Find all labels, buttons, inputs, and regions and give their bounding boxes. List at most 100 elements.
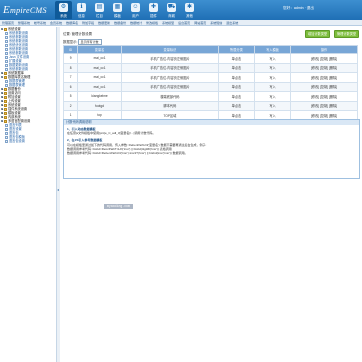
subnav-link[interactable]: 退出系统 (226, 20, 238, 25)
sidebar-splitter[interactable]: ◂ (57, 27, 60, 362)
top-nav-label: 其他 (186, 14, 193, 18)
cell-desc: 脚本代码 (120, 100, 219, 111)
cell-name: mai_cc1 (77, 53, 122, 64)
table-row: 6 mai_cc1 手机广告位-内容页左侧图片 单点击 写入 [修改] [复制] [删除] (62, 81, 358, 92)
folder-icon (3, 91, 7, 95)
page-icon (5, 55, 8, 59)
subnav-link[interactable]: 后台首页 (178, 20, 190, 25)
top-nav-label: 系统 (60, 14, 67, 18)
top-nav-item[interactable]: ▦ 模板 (109, 1, 126, 19)
sidebar-tree: − 系统设置 系统参数设置 系统参数设置 系统参数设置 系统优化设置 系统参数设置 系统参数设… (0, 27, 56, 143)
cell-id: 5 (62, 91, 79, 102)
user-info[interactable]: 您好：admin · 退出 (283, 6, 314, 11)
subnav-link[interactable]: 修改模板 (146, 20, 158, 25)
page-icon (5, 31, 8, 35)
top-nav-item[interactable]: ℹ 信息 (73, 1, 90, 19)
manage-counter-button[interactable]: 管理计数类型 (334, 30, 360, 38)
counter-table: ID 变量名 变量标识 所属分类 写入模板 操作 9 mai_cc1 手机广告位-内容页左侧图… (62, 45, 358, 121)
sidebar-item-label: 语言包设置 (9, 139, 25, 143)
folder-icon (3, 111, 7, 115)
column-header: 操作 (290, 45, 358, 54)
subnav-link[interactable]: 网站首页 (194, 20, 206, 25)
column-header: 所属分类 (217, 45, 255, 54)
column-header: 写入模板 (253, 45, 292, 54)
subnav-link[interactable]: 管理首页 (2, 20, 14, 25)
column-header: 变量标识 (120, 45, 219, 54)
table-row: 9 mai_cc1 手机广告位-内容页左侧图片 单点击 写入 [修改] [复制] [删除] (62, 53, 358, 64)
column-header: 变量名 (77, 45, 122, 54)
subnav-link[interactable]: 数据库名 (66, 20, 78, 25)
cell-cat: 单点击 (217, 53, 255, 64)
page-icon (5, 39, 8, 43)
top-nav-label: 商城 (168, 14, 175, 18)
subnav-link[interactable]: 整理系统 (18, 20, 30, 25)
empirecms-logo[interactable]: EmpireCMS (3, 3, 49, 17)
cell-name: mai_cc1 (77, 81, 122, 92)
cell-ops[interactable]: [修改] [复制] [删除] (290, 100, 358, 111)
cell-name: footgd (77, 100, 122, 111)
subnav-link[interactable]: 数据统计 (130, 20, 142, 25)
template-icon: ▦ (113, 3, 122, 12)
page-icon (5, 43, 8, 47)
subnav-link[interactable]: 数据备份 (114, 20, 126, 25)
subnav-link[interactable]: 数据更新 (98, 20, 110, 25)
subnav-link[interactable]: 系统模型 (162, 20, 174, 25)
cell-desc: 手机广告位-内容页左侧图片 (120, 72, 219, 83)
folder-icon (3, 119, 7, 123)
folder-icon (3, 115, 7, 119)
cell-ops[interactable]: [修改] [复制] [删除] (290, 72, 358, 83)
top-nav-item[interactable]: ▤ 栏目 (91, 1, 108, 19)
subnav-link[interactable]: 系统短信 (210, 20, 222, 25)
page-icon (5, 63, 8, 67)
page-icon (5, 131, 8, 135)
sidebar-item[interactable]: 语言包设置 (0, 139, 56, 143)
subnav-link[interactable]: 会员系统 (50, 20, 62, 25)
page-icon (5, 79, 8, 83)
info-icon: ℹ (77, 3, 86, 12)
top-nav: ⚙ 系统 ℹ 信息 ▤ 栏目 ▦ 模板 ☺ 用户 ✚ 插件 ⛟ 商城 ✱ 其他 (55, 1, 199, 20)
top-nav-label: 插件 (150, 14, 157, 18)
usage-info-box: 计数代码调用说明 1、引入动态数据模板 在任意js文件模板中使用[pnt]e_C… (63, 119, 360, 179)
page-icon (5, 47, 8, 51)
add-counter-button[interactable]: 增加计数类型 (305, 30, 331, 38)
cell-id: 8 (62, 62, 79, 73)
top-nav-label: 用户 (132, 14, 139, 18)
cell-ops[interactable]: [修改] [复制] [删除] (290, 53, 358, 64)
top-nav-item[interactable]: ✱ 其他 (181, 1, 198, 19)
top-nav-item[interactable]: ☺ 用户 (127, 1, 144, 19)
page-icon (5, 139, 8, 143)
subnav-link[interactable]: 附加字段 (82, 20, 94, 25)
cell-cat: 单点击 (217, 100, 255, 111)
cell-tpl[interactable]: 写入 (253, 100, 292, 111)
table-row: 8 mai_cc1 手机广告位-内容页左侧图片 单点击 写入 [修改] [复制] [删除] (62, 62, 358, 73)
top-nav-item[interactable]: ✚ 插件 (145, 1, 162, 19)
top-nav-label: 栏目 (96, 14, 103, 18)
cell-cat: 单点击 (217, 72, 255, 83)
cell-ops[interactable]: [修改] [复制] [删除] (290, 62, 358, 73)
column-header: ID (62, 45, 79, 54)
gear-icon: ⚙ (59, 3, 68, 12)
cell-cat: 单点击 (217, 62, 255, 73)
cell-tpl[interactable]: 写入 (253, 72, 292, 83)
collapse-arrow-icon[interactable]: ◂ (57, 187, 60, 195)
top-nav-item[interactable]: ⚙ 系统 (55, 1, 72, 19)
cell-tpl[interactable]: 写入 (253, 62, 292, 73)
cell-cat: 单点击 (217, 91, 255, 102)
page-icon (5, 59, 8, 63)
cell-id: 6 (62, 81, 79, 92)
folder-icon (3, 95, 7, 99)
top-nav-item[interactable]: ⛟ 商城 (163, 1, 180, 19)
user-icon: ☺ (131, 3, 140, 12)
cell-tpl[interactable]: 写入 (253, 81, 292, 92)
cell-ops[interactable]: [修改] [复制] [删除] (290, 81, 358, 92)
cell-ops[interactable]: [修改] [复制] [删除] (290, 91, 358, 102)
table-row: 7 mai_cc1 手机广告位-内容页左侧图片 单点击 写入 [修改] [复制] [删除] (62, 72, 358, 83)
cell-tpl[interactable]: 写入 (253, 53, 292, 64)
cell-tpl[interactable]: 写入 (253, 91, 292, 102)
cell-desc: 手机广告位-内容页左侧图片 (120, 53, 219, 64)
info-section-2-line-3: 数据调用参考代码: btsbd=RebenPathUrl('tnsr').tns… (67, 151, 188, 156)
top-nav-label: 模板 (114, 14, 121, 18)
folder-icon (3, 107, 7, 111)
subnav-link[interactable]: 帐号系统 (34, 20, 46, 25)
page-icon (5, 123, 8, 127)
